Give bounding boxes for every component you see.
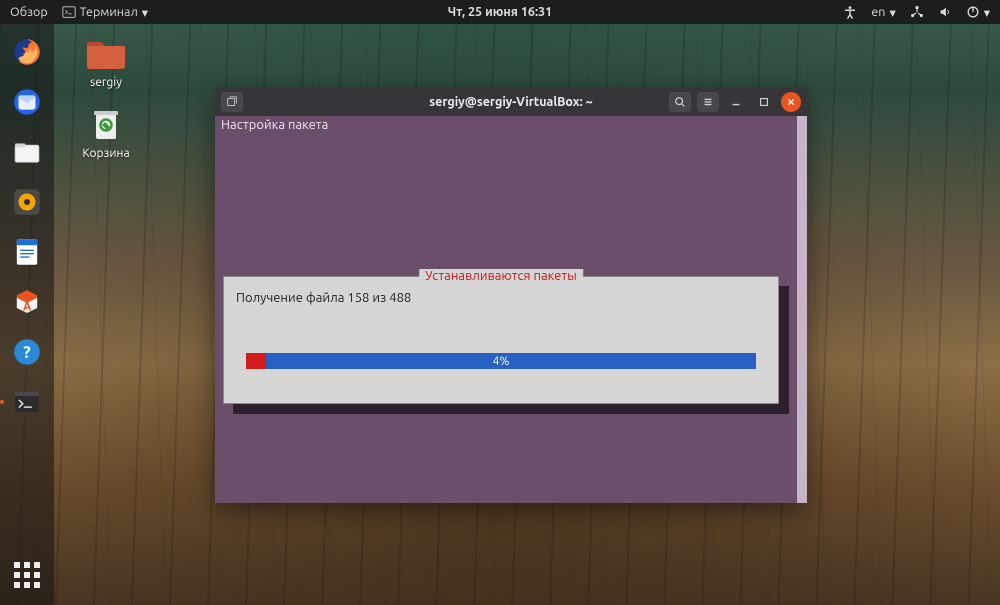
- chevron-down-icon: ▾: [889, 5, 895, 20]
- menu-button[interactable]: [697, 92, 719, 112]
- top-bar: Обзор Терминал ▾ Чт, 25 июня 16:31 en ▾ …: [0, 0, 1000, 24]
- app-menu-label: Терминал: [80, 5, 138, 19]
- minimize-button[interactable]: [725, 92, 747, 112]
- close-button[interactable]: [781, 92, 801, 112]
- chevron-down-icon: ▾: [142, 5, 148, 20]
- dock-rhythmbox[interactable]: [7, 182, 47, 222]
- language-label: en: [871, 5, 885, 19]
- home-folder-label: sergiy: [76, 76, 136, 89]
- maximize-button[interactable]: [753, 92, 775, 112]
- clock[interactable]: Чт, 25 июня 16:31: [448, 5, 552, 19]
- svg-text:?: ?: [23, 343, 31, 362]
- trash[interactable]: Корзина: [76, 103, 136, 160]
- trash-icon: [84, 103, 128, 143]
- window-title: sergiy@sergiy-VirtualBox: ~: [429, 95, 592, 109]
- volume-icon[interactable]: [938, 5, 952, 19]
- progress-percent: 4%: [224, 353, 778, 369]
- terminal-window: sergiy@sergiy-VirtualBox: ~ Настройка па…: [215, 88, 807, 503]
- dock-help[interactable]: ?: [7, 332, 47, 372]
- terminal-icon: [62, 5, 76, 19]
- home-folder[interactable]: sergiy: [76, 32, 136, 89]
- network-icon[interactable]: [910, 5, 924, 19]
- dock-software[interactable]: A: [7, 282, 47, 322]
- app-menu[interactable]: Терминал ▾: [62, 5, 148, 20]
- show-applications[interactable]: [7, 555, 47, 595]
- package-dialog: Устанавливаются пакеты Получение файла 1…: [223, 276, 779, 404]
- scrollbar[interactable]: [797, 116, 807, 503]
- language-indicator[interactable]: en ▾: [871, 5, 895, 20]
- svg-text:A: A: [23, 301, 32, 314]
- terminal-header-line: Настройка пакета: [215, 116, 807, 134]
- dialog-title: Устанавливаются пакеты: [419, 269, 583, 283]
- new-tab-button[interactable]: [221, 92, 243, 112]
- dock-files[interactable]: [7, 132, 47, 172]
- desktop-icons: sergiy Корзина: [76, 32, 136, 174]
- trash-label: Корзина: [76, 147, 136, 160]
- search-button[interactable]: [669, 92, 691, 112]
- dock: A ?: [0, 24, 54, 605]
- chevron-down-icon: ▾: [984, 5, 990, 20]
- power-icon[interactable]: ▾: [966, 5, 990, 20]
- dock-terminal[interactable]: [7, 382, 47, 422]
- activities-button[interactable]: Обзор: [10, 5, 48, 19]
- terminal-body[interactable]: Настройка пакета Устанавливаются пакеты …: [215, 116, 807, 503]
- titlebar[interactable]: sergiy@sergiy-VirtualBox: ~: [215, 88, 807, 116]
- dock-firefox[interactable]: [7, 32, 47, 72]
- dock-writer[interactable]: [7, 232, 47, 272]
- folder-icon: [84, 32, 128, 72]
- accessibility-icon[interactable]: [843, 5, 857, 19]
- dock-thunderbird[interactable]: [7, 82, 47, 122]
